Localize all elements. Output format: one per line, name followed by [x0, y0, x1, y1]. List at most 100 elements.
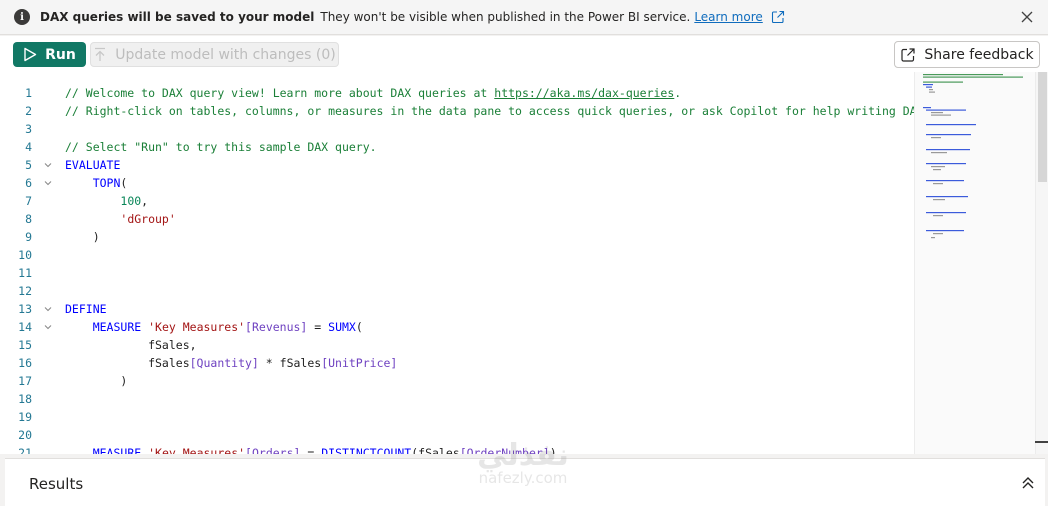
- line-number-text: 10: [18, 248, 32, 262]
- code-line[interactable]: // Select "Run" to try this sample DAX q…: [65, 138, 908, 156]
- code-line[interactable]: // Welcome to DAX query view! Learn more…: [65, 84, 908, 102]
- minimap[interactable]: [914, 72, 1035, 454]
- code-line[interactable]: ): [65, 228, 908, 246]
- banner-message: They won't be visible when published in …: [320, 10, 691, 24]
- line-number-text: 13: [18, 302, 32, 316]
- share-label: Share feedback: [924, 46, 1034, 63]
- line-number-text: 12: [18, 284, 32, 298]
- code-token-plain: (: [120, 176, 128, 190]
- line-number: 13: [0, 300, 52, 318]
- code-line[interactable]: MEASURE 'Key Measures'[Orders] = DISTINC…: [65, 444, 908, 454]
- code-token-fn: TOPN: [92, 176, 121, 190]
- update-model-button[interactable]: Update model with changes (0): [90, 42, 339, 67]
- code-line[interactable]: [65, 282, 908, 300]
- external-link-icon[interactable]: [771, 10, 785, 24]
- results-title: Results: [29, 475, 84, 493]
- code-line[interactable]: ): [65, 372, 908, 390]
- line-number: 21: [0, 444, 32, 454]
- line-number-text: 3: [25, 122, 32, 136]
- code-line[interactable]: [65, 426, 908, 444]
- double-chevron-up-icon[interactable]: [1021, 475, 1035, 491]
- code-token-plain: (: [355, 320, 363, 334]
- line-number: 19: [0, 408, 32, 426]
- open-external-icon: [901, 47, 916, 62]
- code-token-col: [OrderNumber]: [459, 446, 550, 454]
- dax-editor[interactable]: 1 2 3 4 5 6 7 8 9 10 11 12 13 14 15 16 17 18 19 20 21 // Wel…: [0, 72, 1048, 454]
- line-number-text: 21: [18, 446, 32, 454]
- chevron-down-icon[interactable]: [42, 156, 54, 174]
- code-token-fn: DISTINCTCOUNT: [321, 446, 412, 454]
- line-number: 6: [0, 174, 52, 192]
- line-number-gutter: 1 2 3 4 5 6 7 8 9 10 11 12 13 14 15 16 17 18 19 20 21: [0, 84, 60, 454]
- code-token-plain: ): [65, 374, 128, 388]
- code-line[interactable]: MEASURE 'Key Measures'[Revenus] = SUMX(: [65, 318, 908, 336]
- line-number: 7: [0, 192, 32, 210]
- code-token-url[interactable]: https://aka.ms/dax-queries: [494, 86, 674, 100]
- splitter-marker: [1035, 441, 1048, 443]
- chevron-down-icon[interactable]: [42, 318, 54, 336]
- code-area[interactable]: // Welcome to DAX query view! Learn more…: [65, 84, 930, 454]
- line-number-text: 5: [25, 158, 32, 172]
- code-token-num: 100: [120, 194, 142, 208]
- line-number-text: 18: [18, 392, 32, 406]
- chevron-down-icon[interactable]: [42, 300, 54, 318]
- code-line[interactable]: 100,: [65, 192, 908, 210]
- code-line[interactable]: // Right-click on tables, columns, or me…: [65, 102, 930, 120]
- code-line[interactable]: TOPN(: [65, 174, 908, 192]
- play-icon: [24, 47, 37, 62]
- code-line[interactable]: DEFINE: [65, 300, 908, 318]
- share-feedback-button[interactable]: Share feedback: [894, 41, 1040, 68]
- learn-more-link[interactable]: Learn more: [694, 10, 762, 24]
- code-token-comment: .: [674, 86, 682, 100]
- code-token-plain: =: [300, 446, 322, 454]
- line-number: 17: [0, 372, 32, 390]
- line-number: 8: [0, 210, 32, 228]
- line-number-text: 9: [25, 230, 32, 244]
- update-label: Update model with changes (0): [115, 46, 336, 63]
- line-number: 16: [0, 354, 32, 372]
- code-token-kw: DEFINE: [65, 302, 107, 316]
- line-number: 4: [0, 138, 32, 156]
- code-token-plain: ): [65, 230, 100, 244]
- code-line[interactable]: [65, 264, 908, 282]
- code-token-col: [UnitPrice]: [321, 356, 398, 370]
- code-token-plain: fSales,: [65, 338, 197, 352]
- code-line[interactable]: 'dGroup': [65, 210, 908, 228]
- code-token-kw: MEASURE: [92, 320, 142, 334]
- line-number-text: 7: [25, 194, 32, 208]
- line-number-text: 19: [18, 410, 32, 424]
- run-button[interactable]: Run: [13, 42, 86, 67]
- chevron-down-icon[interactable]: [42, 174, 54, 192]
- line-number-text: 4: [25, 140, 32, 154]
- code-line[interactable]: fSales,: [65, 336, 908, 354]
- upload-arrow-icon: [95, 47, 106, 61]
- line-number-text: 2: [25, 104, 32, 118]
- code-token-comment: // Welcome to DAX query view! Learn more…: [65, 86, 495, 100]
- close-icon[interactable]: [1020, 10, 1034, 24]
- code-token-kw: EVALUATE: [65, 158, 121, 172]
- info-banner: i DAX queries will be saved to your mode…: [0, 0, 1048, 35]
- line-number: 15: [0, 336, 32, 354]
- scrollbar-thumb[interactable]: [1038, 72, 1047, 182]
- line-number: 2: [0, 102, 32, 120]
- code-line[interactable]: [65, 246, 908, 264]
- line-number: 18: [0, 390, 32, 408]
- editor-scrollbar[interactable]: [1035, 72, 1048, 454]
- line-number-text: 15: [18, 338, 32, 352]
- dax-query-view: i DAX queries will be saved to your mode…: [0, 0, 1048, 506]
- code-token-str: 'Key Measures': [148, 320, 246, 334]
- code-line[interactable]: [65, 390, 908, 408]
- code-line[interactable]: [65, 408, 908, 426]
- line-number-text: 6: [25, 176, 32, 190]
- code-line[interactable]: [65, 120, 908, 138]
- line-number: 20: [0, 426, 32, 444]
- code-token-str: 'Key Measures': [148, 446, 246, 454]
- code-token-plain: =: [307, 320, 329, 334]
- code-line[interactable]: EVALUATE: [65, 156, 908, 174]
- code-line[interactable]: fSales[Quantity] * fSales[UnitPrice]: [65, 354, 908, 372]
- code-token-fn: SUMX: [328, 320, 356, 334]
